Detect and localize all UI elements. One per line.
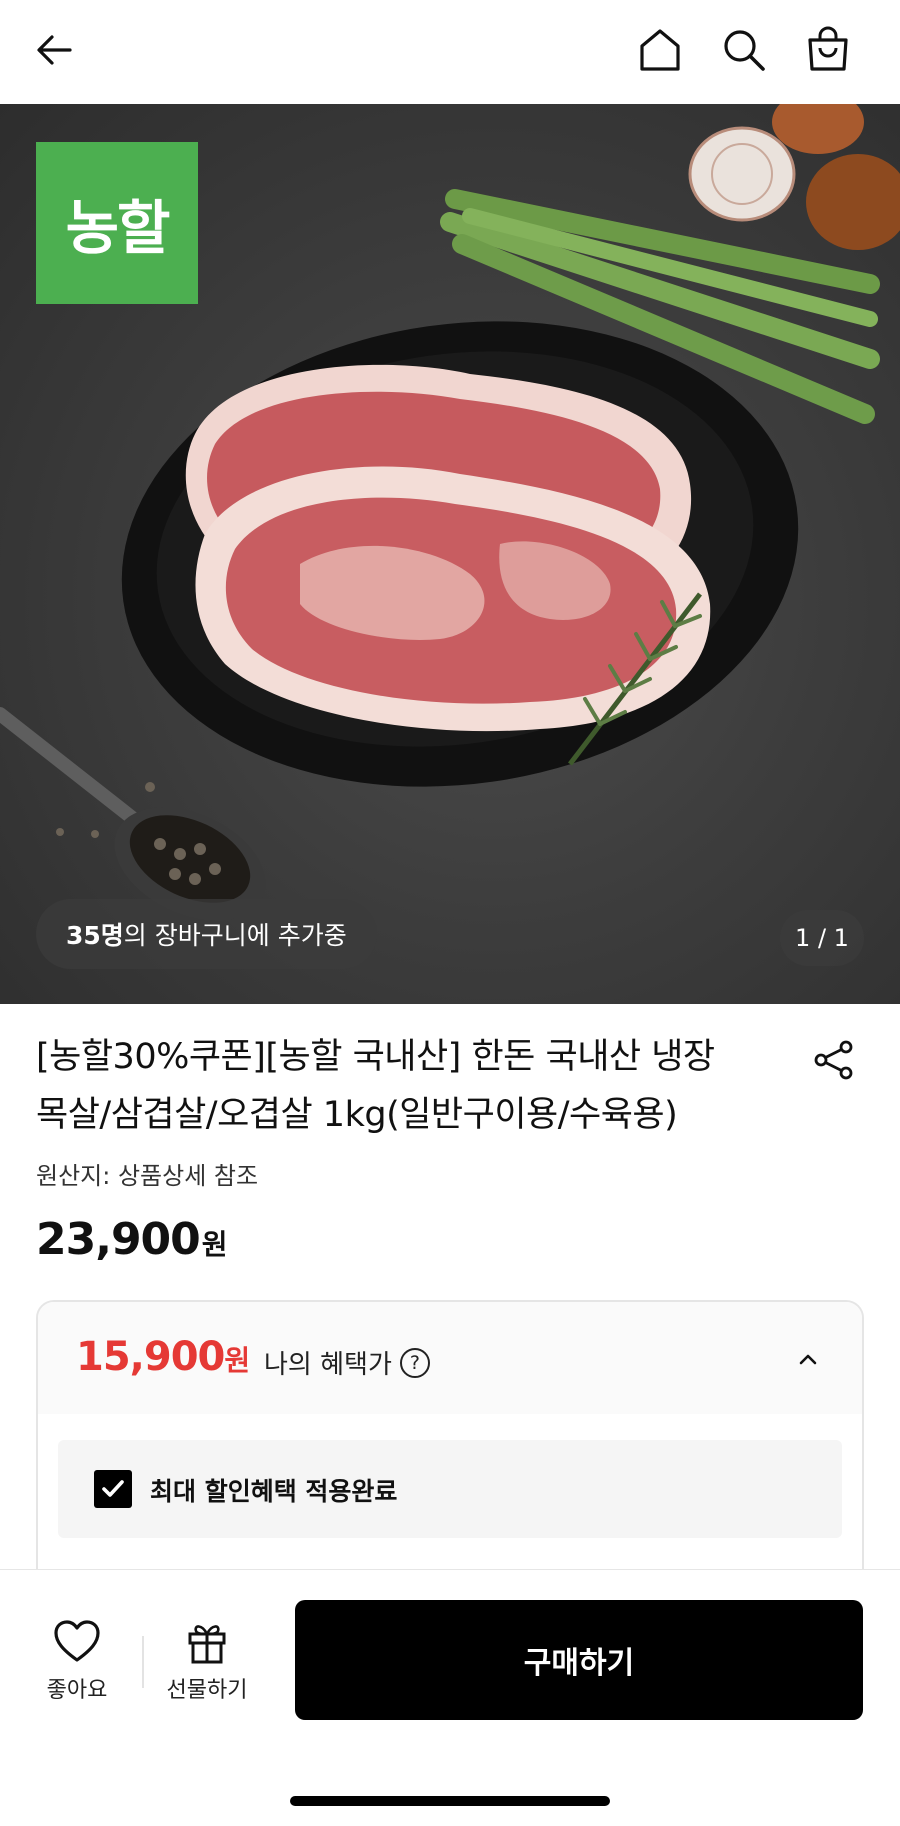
benefit-header[interactable]: 15,900원 나의 혜택가 ?	[38, 1302, 862, 1414]
price-value: 23,900	[36, 1214, 201, 1265]
collapse-button[interactable]	[790, 1342, 826, 1378]
buy-button[interactable]: 구매하기	[295, 1600, 863, 1720]
benefit-label-group: 나의 혜택가 ?	[264, 1344, 430, 1381]
chevron-up-icon	[799, 1354, 817, 1365]
bottom-action-bar: 좋아요 선물하기 구매하기	[0, 1569, 900, 1826]
benefit-price-unit: 원	[224, 1344, 250, 1377]
like-button[interactable]: 좋아요	[22, 1620, 132, 1704]
gift-label: 선물하기	[166, 1678, 248, 1703]
image-page-indicator: 1 / 1	[780, 910, 864, 966]
help-icon[interactable]: ?	[399, 1347, 430, 1378]
product-title-line-1: [농할30%쿠폰][농할 국내산] 한돈 국내산 냉장	[36, 1037, 715, 1077]
search-button[interactable]	[712, 18, 776, 82]
cart-button[interactable]	[796, 18, 860, 82]
cart-count-badge: 35명 의 장바구니에 추가중	[36, 899, 377, 969]
share-icon	[814, 1040, 853, 1080]
share-button[interactable]	[806, 1032, 862, 1088]
discount-applied-row: 최대 할인혜택 적용완료	[58, 1440, 842, 1538]
search-icon	[724, 30, 765, 71]
home-icon	[640, 29, 680, 71]
product-title: [농할30%쿠폰][농할 국내산] 한돈 국내산 냉장 목살/삼겹살/오겹살 1…	[36, 1028, 756, 1144]
like-label: 좋아요	[46, 1678, 108, 1703]
check-icon	[102, 1480, 124, 1497]
benefit-price: 15,900원	[76, 1334, 250, 1380]
home-button[interactable]	[628, 18, 692, 82]
gift-icon	[188, 1625, 226, 1664]
action-divider	[142, 1636, 144, 1688]
cart-count-text: 의 장바구니에 추가중	[123, 921, 347, 950]
benefit-price-value: 15,900	[76, 1334, 225, 1380]
benefit-label: 나의 혜택가	[264, 1350, 392, 1380]
product-image-carousel[interactable]: 농할 35명 의 장바구니에 추가중 1 / 1	[0, 104, 900, 1004]
price-unit: 원	[201, 1228, 228, 1261]
shopping-bag-icon	[808, 26, 848, 71]
top-navigation-bar	[0, 0, 900, 104]
original-price: 23,900원	[36, 1214, 228, 1265]
arrow-left-icon	[37, 35, 72, 65]
applied-text: 최대 할인혜택 적용완료	[150, 1477, 398, 1506]
back-button[interactable]	[22, 18, 86, 82]
brand-logo: 농할	[36, 142, 198, 304]
product-title-line-2: 목살/삼겹살/오겹살 1kg(일반구이용/수육용)	[36, 1095, 678, 1135]
heart-icon	[54, 1620, 100, 1662]
home-indicator	[290, 1796, 610, 1806]
origin-info: 원산지: 상품상세 참조	[36, 1162, 259, 1190]
benefit-price-card: 15,900원 나의 혜택가 ? 최대 할인혜택 적용완료	[36, 1300, 864, 1600]
gift-button[interactable]: 선물하기	[152, 1620, 262, 1704]
cart-count: 35명	[66, 921, 124, 950]
applied-checkbox[interactable]	[94, 1470, 132, 1508]
